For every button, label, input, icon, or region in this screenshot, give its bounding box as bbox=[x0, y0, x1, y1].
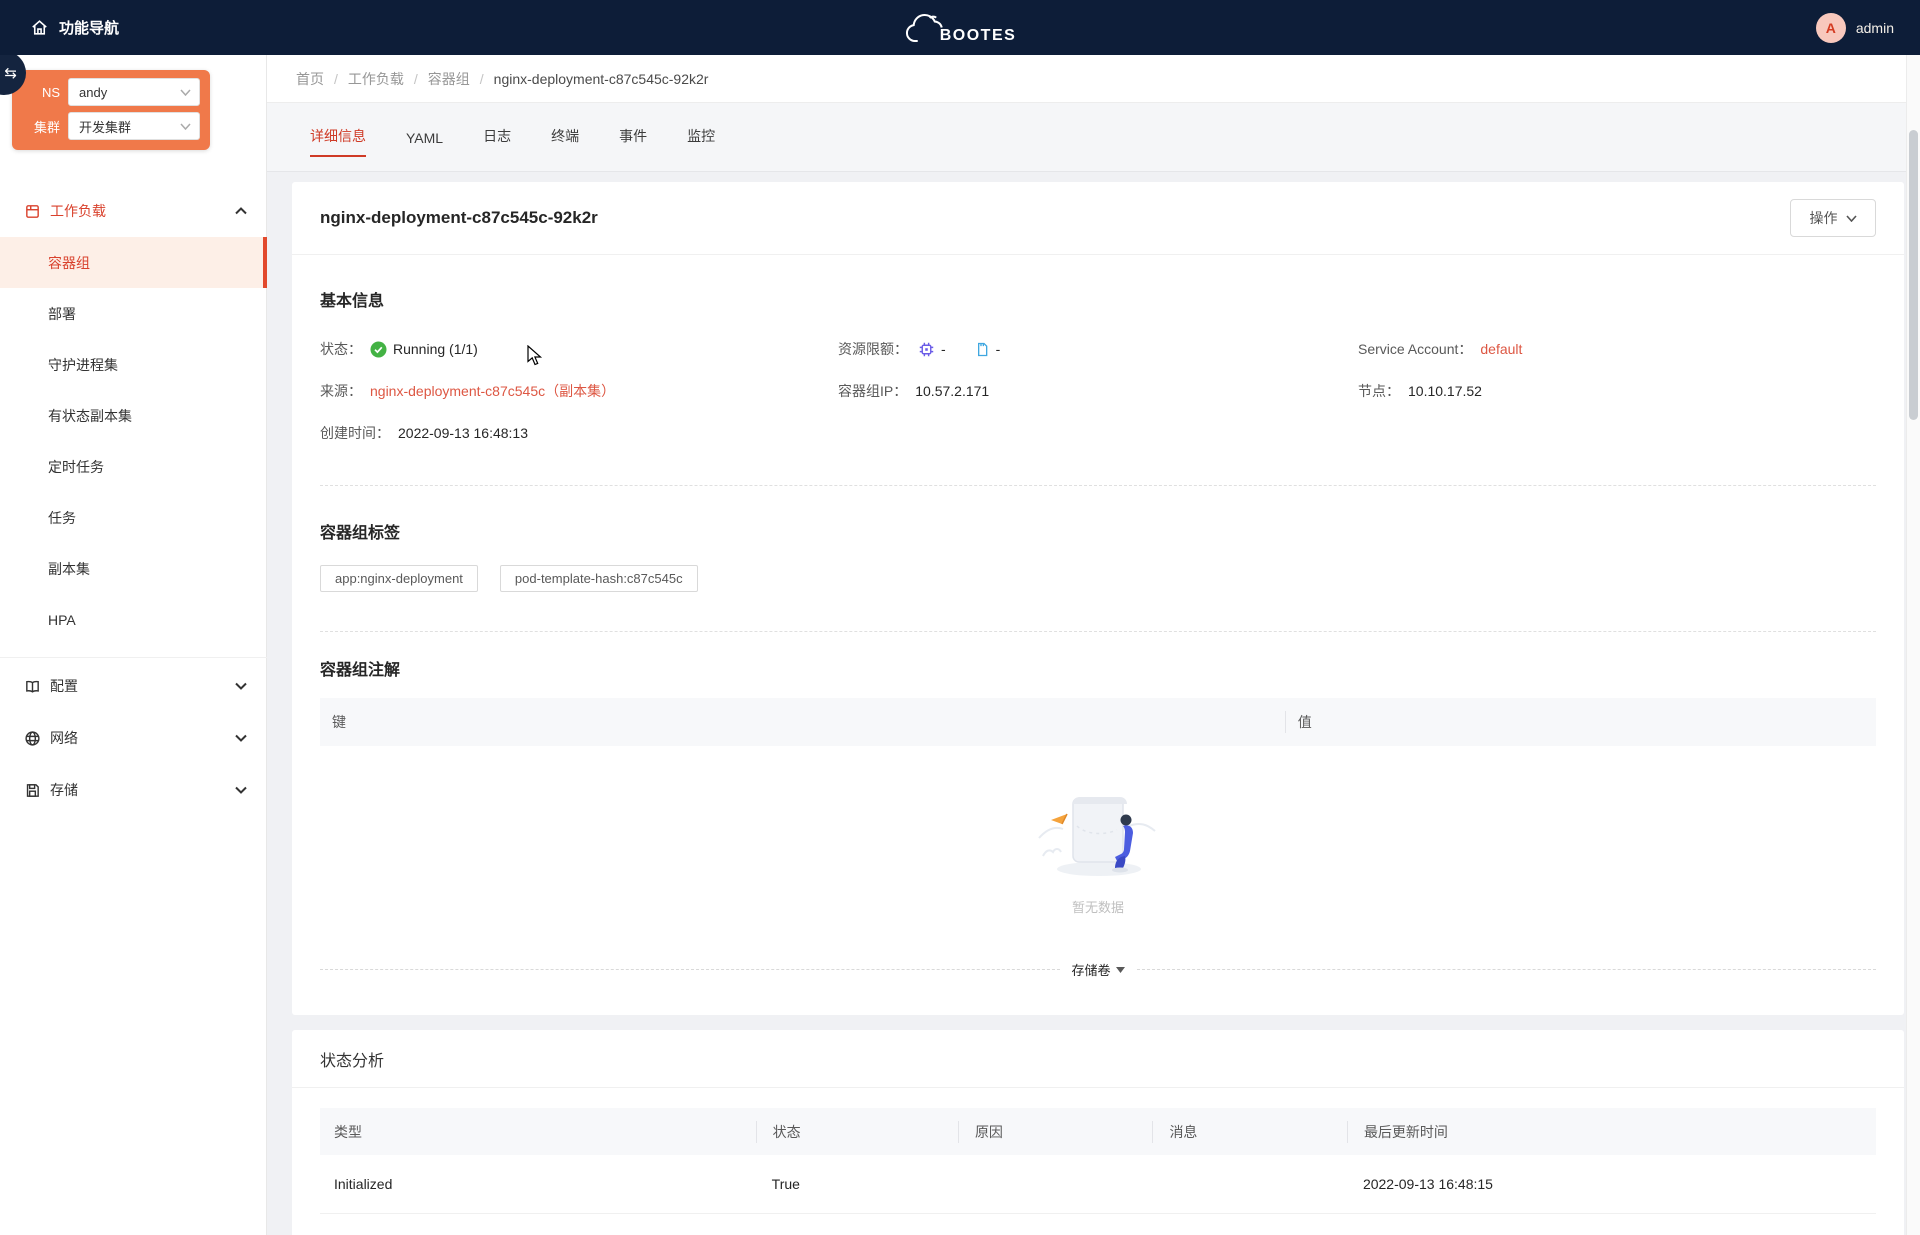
chevron-down-icon bbox=[235, 682, 247, 690]
breadcrumb: 首页 / 工作负载 / 容器组 / nginx-deployment-c87c5… bbox=[267, 55, 1920, 103]
bootes-logo: BOOTES bbox=[904, 11, 1017, 45]
sidebar-group-workload[interactable]: 工作负载 bbox=[0, 185, 267, 237]
status-analysis-heading: 状态分析 bbox=[320, 1047, 384, 1071]
pod-detail-card: nginx-deployment-c87c545c-92k2r 操作 基本信息 … bbox=[292, 182, 1904, 1015]
scrollbar[interactable] bbox=[1906, 55, 1920, 1235]
sidebar-item-deployments[interactable]: 部署 bbox=[0, 288, 267, 339]
chevron-down-icon bbox=[180, 123, 191, 130]
tab-details[interactable]: 详细信息 bbox=[310, 126, 366, 171]
tab-bar: 详细信息 YAML 日志 终端 事件 监控 bbox=[267, 103, 1920, 172]
storage-disk-icon bbox=[24, 782, 41, 799]
tab-logs[interactable]: 日志 bbox=[483, 126, 511, 171]
breadcrumb-pods[interactable]: 容器组 bbox=[428, 69, 470, 89]
chevron-down-icon bbox=[235, 786, 247, 794]
pod-labels-section: 容器组标签 app:nginx-deployment pod-template-… bbox=[320, 486, 1876, 631]
scrollbar-thumb[interactable] bbox=[1909, 130, 1918, 420]
cpu-icon bbox=[918, 341, 935, 358]
globe-icon bbox=[24, 730, 41, 747]
field-status: 状态： Running (1/1) bbox=[320, 337, 838, 361]
status-table-header: 类型 状态 原因 消息 最后更新时间 bbox=[320, 1108, 1876, 1155]
table-row: Ready True 2022-09-13 16:48:16 bbox=[320, 1214, 1876, 1235]
sidebar-item-pods[interactable]: 容器组 bbox=[0, 237, 267, 288]
namespace-label: NS bbox=[20, 85, 68, 100]
empty-illustration bbox=[1033, 786, 1163, 887]
field-service-account: Service Account： default bbox=[1358, 337, 1876, 361]
service-account-link[interactable]: default bbox=[1480, 341, 1522, 357]
sidebar-group-network[interactable]: 网络 bbox=[0, 712, 267, 764]
workspace-panel: NS andy 集群 开发集群 bbox=[12, 70, 210, 150]
chevron-down-icon bbox=[1846, 215, 1857, 222]
main-area: 首页 / 工作负载 / 容器组 / nginx-deployment-c87c5… bbox=[267, 55, 1920, 1235]
namespace-select[interactable]: andy bbox=[68, 78, 200, 106]
chevron-down-icon bbox=[235, 734, 247, 742]
column-reason: 原因 bbox=[958, 1121, 1153, 1143]
empty-text: 暂无数据 bbox=[1072, 897, 1124, 916]
column-key: 键 bbox=[320, 712, 1285, 732]
caret-down-icon bbox=[1116, 967, 1125, 973]
top-bar: 功能导航 BOOTES A admin bbox=[0, 0, 1920, 55]
empty-state: 暂无数据 bbox=[320, 746, 1876, 942]
breadcrumb-home[interactable]: 首页 bbox=[296, 69, 324, 89]
table-row: Initialized True 2022-09-13 16:48:15 bbox=[320, 1155, 1876, 1214]
user-menu[interactable]: A admin bbox=[1816, 0, 1894, 55]
workload-icon bbox=[24, 203, 41, 220]
sidebar: ⇆ NS andy 集群 开发集群 工作负载 容器组 bbox=[0, 55, 267, 1235]
field-created: 创建时间： 2022-09-13 16:48:13 bbox=[320, 421, 838, 445]
status-analysis-table: 类型 状态 原因 消息 最后更新时间 Initialized True 2022… bbox=[320, 1108, 1876, 1235]
sidebar-item-replicasets[interactable]: 副本集 bbox=[0, 543, 267, 594]
home-icon bbox=[30, 18, 49, 37]
column-type: 类型 bbox=[320, 1122, 756, 1142]
success-check-icon bbox=[370, 341, 387, 358]
pod-title: nginx-deployment-c87c545c-92k2r bbox=[320, 208, 598, 228]
cluster-label: 集群 bbox=[20, 117, 68, 136]
sidebar-item-daemonsets[interactable]: 守护进程集 bbox=[0, 339, 267, 390]
label-tag: pod-template-hash:c87c545c bbox=[500, 565, 698, 592]
actions-button[interactable]: 操作 bbox=[1790, 199, 1876, 237]
pod-annotations-heading: 容器组注解 bbox=[320, 656, 1876, 680]
user-name: admin bbox=[1856, 20, 1894, 36]
tab-monitoring[interactable]: 监控 bbox=[687, 126, 715, 171]
chevron-up-icon bbox=[235, 207, 247, 215]
column-updated: 最后更新时间 bbox=[1347, 1121, 1876, 1143]
tab-yaml[interactable]: YAML bbox=[406, 130, 443, 171]
pod-labels-heading: 容器组标签 bbox=[320, 519, 1876, 543]
sidebar-item-hpa[interactable]: HPA bbox=[0, 594, 267, 645]
sidebar-group-config[interactable]: 配置 bbox=[0, 660, 267, 712]
avatar: A bbox=[1816, 13, 1846, 43]
basic-info-section: 基本信息 状态： Running (1/1) 资源限额： bbox=[320, 255, 1876, 485]
field-node: 节点： 10.10.17.52 bbox=[1358, 379, 1876, 403]
label-tag: app:nginx-deployment bbox=[320, 565, 478, 592]
book-icon bbox=[24, 678, 41, 695]
column-value: 值 bbox=[1285, 711, 1876, 733]
function-nav-label: 功能导航 bbox=[59, 17, 119, 38]
tab-terminal[interactable]: 终端 bbox=[551, 126, 579, 171]
breadcrumb-workload[interactable]: 工作负载 bbox=[348, 69, 404, 89]
swap-arrows-icon: ⇆ bbox=[4, 64, 17, 82]
column-status: 状态 bbox=[756, 1121, 958, 1143]
basic-info-heading: 基本信息 bbox=[320, 287, 1876, 311]
tab-events[interactable]: 事件 bbox=[619, 126, 647, 171]
sidebar-group-storage[interactable]: 存储 bbox=[0, 764, 267, 816]
source-link[interactable]: nginx-deployment-c87c545c（副本集） bbox=[370, 381, 615, 401]
status-analysis-card: 状态分析 类型 状态 原因 消息 最后更新时间 Initialized True… bbox=[292, 1030, 1904, 1235]
logo-text: BOOTES bbox=[940, 27, 1017, 45]
cluster-select[interactable]: 开发集群 bbox=[68, 112, 200, 140]
sidebar-item-jobs[interactable]: 任务 bbox=[0, 492, 267, 543]
content-scroll[interactable]: nginx-deployment-c87c545c-92k2r 操作 基本信息 … bbox=[267, 172, 1920, 1235]
chevron-down-icon bbox=[180, 89, 191, 96]
pod-annotations-section: 容器组注解 键 值 bbox=[320, 632, 1876, 942]
sidebar-menu: 工作负载 容器组 部署 守护进程集 有状态副本集 定时任务 任务 副本集 HPA… bbox=[0, 185, 267, 816]
column-message: 消息 bbox=[1152, 1121, 1347, 1143]
field-pod-ip: 容器组IP： 10.57.2.171 bbox=[838, 379, 1358, 403]
volumes-label: 存储卷 bbox=[1072, 960, 1111, 979]
sidebar-item-cronjobs[interactable]: 定时任务 bbox=[0, 441, 267, 492]
field-source: 来源： nginx-deployment-c87c545c（副本集） bbox=[320, 379, 838, 403]
annotations-table-header: 键 值 bbox=[320, 698, 1876, 746]
sidebar-item-statefulsets[interactable]: 有状态副本集 bbox=[0, 390, 267, 441]
memory-icon bbox=[974, 341, 990, 358]
field-quota: 资源限额： - - bbox=[838, 337, 1358, 361]
function-nav-button[interactable]: 功能导航 bbox=[30, 17, 119, 38]
volumes-expander[interactable]: 存储卷 bbox=[320, 960, 1876, 1015]
breadcrumb-current: nginx-deployment-c87c545c-92k2r bbox=[494, 71, 709, 87]
